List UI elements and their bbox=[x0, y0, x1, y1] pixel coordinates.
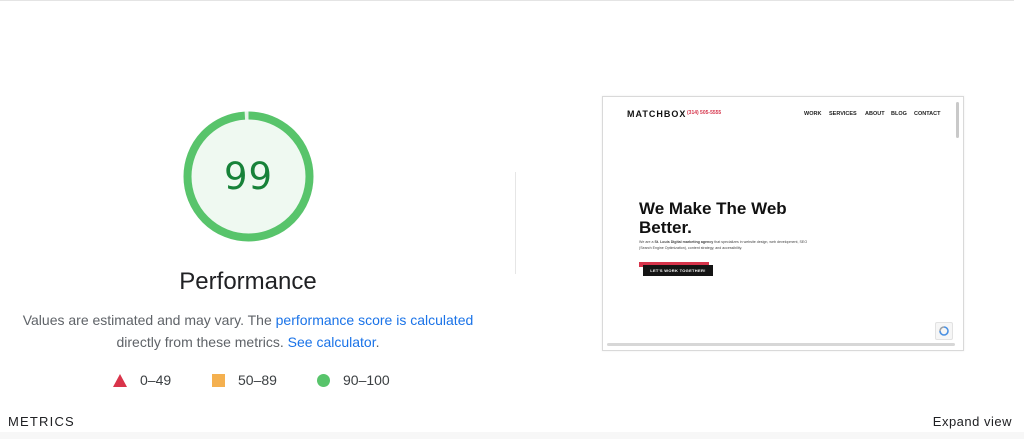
preview-phone: (314) 505-5555 bbox=[687, 110, 722, 116]
legend-item-fail: 0–49 bbox=[113, 372, 171, 388]
preview-cta-button: LET'S WORK TOGETHER! bbox=[643, 265, 713, 276]
description-text-after: . bbox=[375, 334, 380, 350]
preview-body-before: We are a bbox=[639, 240, 655, 244]
preview-vertical-scrollbar bbox=[956, 102, 959, 138]
preview-nav-item: CONTACT bbox=[914, 111, 941, 117]
preview-body-bold: St. Louis Digital marketing agency bbox=[654, 240, 714, 244]
score-value: 99 bbox=[223, 155, 274, 198]
bottom-edge bbox=[0, 432, 1024, 439]
score-description: Values are estimated and may vary. The p… bbox=[18, 309, 478, 353]
legend-item-average: 50–89 bbox=[212, 372, 277, 388]
top-rule bbox=[0, 0, 1014, 1]
average-square-icon bbox=[212, 373, 225, 387]
legend-label: 0–49 bbox=[140, 372, 172, 388]
preview-nav-item: BLOG bbox=[891, 111, 907, 117]
preview-nav-item: ABOUT bbox=[865, 111, 885, 117]
performance-score-gauge: 99 bbox=[183, 111, 314, 242]
section-divider bbox=[515, 172, 516, 274]
legend-item-pass: 90–100 bbox=[317, 372, 390, 388]
recaptcha-icon bbox=[935, 322, 953, 340]
pass-circle-icon bbox=[317, 373, 330, 387]
see-calculator-link[interactable]: See calculator bbox=[288, 334, 376, 350]
preview-body-text: We are a St. Louis Digital marketing age… bbox=[639, 240, 819, 251]
category-title: Performance bbox=[179, 268, 317, 295]
recaptcha-arrows-icon bbox=[939, 326, 949, 336]
preview-logo: MATCHBOX bbox=[627, 109, 687, 119]
preview-horizontal-scrollbar bbox=[607, 343, 955, 346]
expand-view-toggle[interactable]: Expand view bbox=[933, 414, 1012, 429]
score-scale-legend: 0–49 50–89 90–100 bbox=[0, 372, 500, 390]
legend-label: 90–100 bbox=[343, 372, 390, 388]
score-calculated-link[interactable]: performance score is calculated bbox=[276, 312, 474, 328]
fail-triangle-icon bbox=[113, 373, 127, 387]
legend-label: 50–89 bbox=[238, 372, 277, 388]
description-text-middle: directly from these metrics. bbox=[116, 334, 288, 350]
preview-nav-item: WORK bbox=[804, 111, 822, 117]
preview-headline: We Make The Web Better. bbox=[639, 199, 787, 237]
metrics-heading: METRICS bbox=[8, 414, 75, 429]
final-screenshot-preview[interactable]: MATCHBOX (314) 505-5555 WORK SERVICES AB… bbox=[602, 96, 964, 351]
preview-nav-item: SERVICES bbox=[829, 111, 857, 117]
description-text-before: Values are estimated and may vary. The bbox=[22, 312, 276, 328]
